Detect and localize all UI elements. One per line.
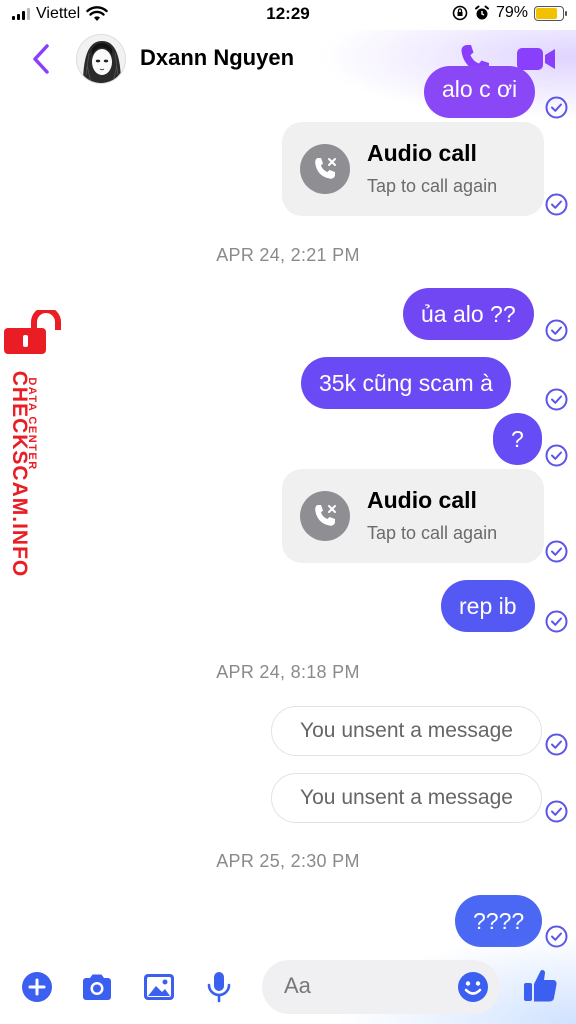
emoji-icon[interactable]: [456, 970, 490, 1004]
microphone-icon[interactable]: [202, 970, 236, 1004]
contact-name[interactable]: Dxann Nguyen: [140, 45, 294, 71]
back-chevron-icon[interactable]: [28, 42, 56, 76]
call-title: Audio call: [367, 487, 477, 513]
thumbs-up-icon[interactable]: [522, 966, 558, 1004]
photo-gallery-icon[interactable]: [142, 970, 176, 1004]
message-bubble[interactable]: ?: [493, 413, 542, 465]
missed-call-icon: [300, 144, 350, 194]
message-bubble[interactable]: 35k cũng scam à: [301, 357, 511, 409]
unsent-message[interactable]: You unsent a message: [271, 706, 542, 756]
unsent-message[interactable]: You unsent a message: [271, 773, 542, 823]
plus-icon[interactable]: [20, 970, 54, 1004]
date-separator: APR 24, 2:21 PM: [216, 245, 360, 265]
delivered-check-icon: [545, 388, 568, 411]
delivered-check-icon: [545, 733, 568, 756]
battery-icon: [534, 5, 567, 21]
battery-percent: 79%: [495, 4, 528, 21]
message-text: alo c ơi: [442, 76, 518, 102]
delivered-check-icon: [545, 444, 568, 467]
avatar-illustration: [77, 35, 125, 83]
message-bubble[interactable]: ủa alo ??: [403, 288, 534, 340]
camera-icon[interactable]: [80, 970, 114, 1004]
status-right: 79%: [452, 4, 567, 22]
date-separator: APR 25, 2:30 PM: [216, 851, 360, 871]
delivered-check-icon: [545, 800, 568, 823]
delivered-check-icon: [545, 319, 568, 342]
message-composer: Aa: [0, 934, 576, 1024]
call-subtitle: Tap to call again: [367, 523, 498, 543]
message-text: rep ib: [459, 593, 517, 619]
message-text: 35k cũng scam à: [319, 370, 493, 396]
battery-level: [536, 7, 557, 19]
message-text: ủa alo ??: [421, 301, 516, 327]
call-title: Audio call: [367, 140, 477, 166]
audio-call-card[interactable]: Audio call Tap to call again: [282, 469, 544, 563]
call-subtitle: Tap to call again: [367, 176, 498, 196]
message-bubble[interactable]: rep ib: [441, 580, 535, 632]
delivered-check-icon: [545, 193, 568, 216]
status-bar: Viettel 12:29 79%: [0, 0, 576, 30]
audio-call-card[interactable]: Audio call Tap to call again: [282, 122, 544, 216]
delivered-check-icon: [545, 610, 568, 633]
message-text: ?: [511, 426, 524, 452]
message-bubble-partial[interactable]: alo c ơi: [424, 66, 536, 118]
message-input-placeholder: Aa: [284, 973, 311, 998]
date-separator: APR 24, 8:18 PM: [216, 662, 360, 682]
message-text: ????: [473, 908, 525, 934]
message-input[interactable]: Aa: [262, 960, 500, 1014]
delivered-check-icon: [545, 540, 568, 563]
orientation-lock-icon: [452, 5, 468, 21]
watermark-tagline: DATA CENTER: [26, 377, 38, 471]
contact-avatar[interactable]: [76, 34, 126, 84]
checkscam-watermark: CHECKSCAM.INFO DATA CENTER: [0, 310, 64, 600]
missed-call-icon: [300, 491, 350, 541]
alarm-icon: [474, 5, 489, 20]
lock-icon: [4, 310, 61, 354]
delivered-check-icon: [545, 96, 568, 119]
